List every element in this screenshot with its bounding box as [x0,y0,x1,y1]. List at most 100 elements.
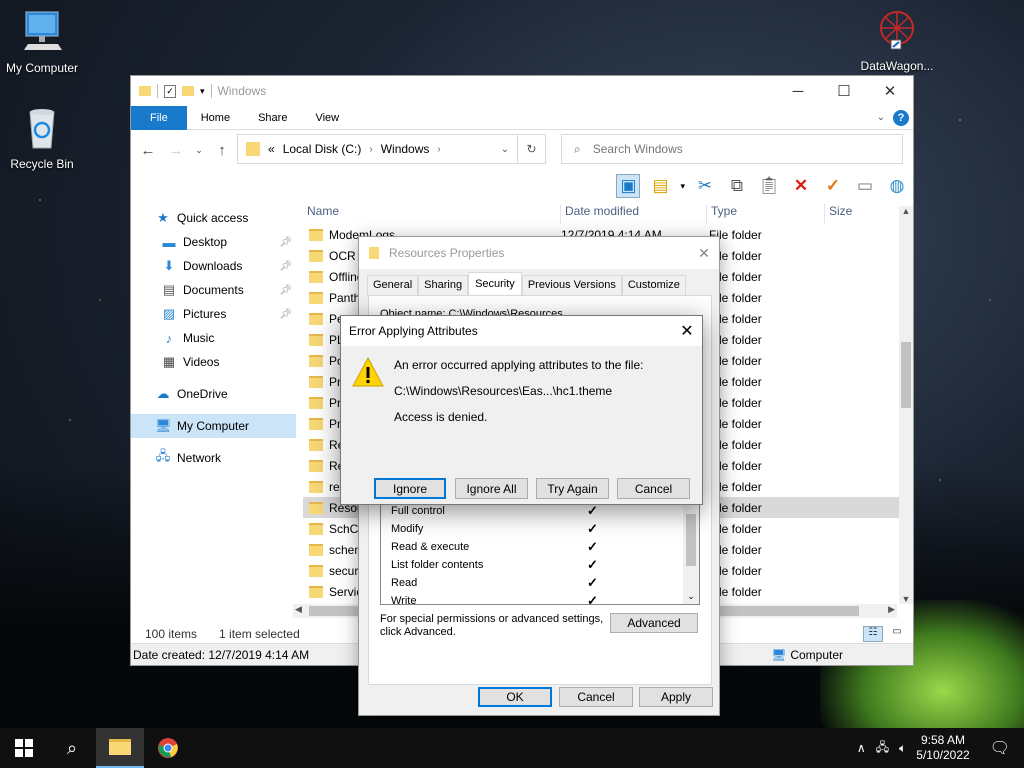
customize-qat-icon[interactable]: ▾ [200,86,205,97]
tab-share[interactable]: Share [244,106,301,130]
breadcrumb-windows[interactable]: Windows [381,142,430,156]
start-button[interactable] [0,728,48,768]
scroll-down-icon[interactable]: ⌄ [683,591,699,602]
nav-my-computer[interactable]: 🖥︎ My Computer [131,414,296,438]
tab-sharing[interactable]: Sharing [418,275,469,295]
cut-icon[interactable]: ✂ [693,174,717,198]
network-globe-icon[interactable]: ◍ [885,174,909,198]
advanced-button[interactable]: Advanced [610,613,698,633]
up-icon[interactable]: ↑ [211,142,233,159]
tab-home[interactable]: Home [187,106,244,130]
pin-icon[interactable]: 📌︎ [279,261,292,272]
clock[interactable]: 9:58 AM 5/10/2022 [916,733,969,763]
column-size[interactable]: Size [825,204,895,224]
expand-ribbon-icon[interactable]: ⌄ [877,112,885,123]
document-icon: ▤ [162,282,176,297]
rename-icon[interactable]: ✓ [821,174,845,198]
taskbar-chrome[interactable] [144,728,192,768]
properties-icon[interactable]: ▭ [853,174,877,198]
large-icons-view-icon[interactable]: ▭ [887,626,907,642]
nav-videos[interactable]: ▦ Videos [131,350,296,374]
ignore-button[interactable]: Ignore [374,478,446,499]
permissions-list: Full control ✓ Modify ✓ Read & execute ✓ List … [380,501,700,608]
scroll-left-icon[interactable]: ◀ [295,604,302,615]
scroll-thumb[interactable] [686,514,696,566]
chevron-up-icon[interactable]: ∧ [857,741,866,755]
column-type[interactable]: Type [707,204,825,224]
column-date-modified[interactable]: Date modified [561,204,707,224]
address-bar[interactable]: « Local Disk (C:) › Windows › ⌄ ↻ [237,134,546,164]
title-bar[interactable]: ✓ ▾ Windows ─ ☐ ✕ [131,76,913,106]
volume-icon[interactable]: 🔈︎ [899,741,906,756]
details-view-icon[interactable]: ☷ [863,626,883,642]
properties-title-bar[interactable]: Resources Properties ✕ [359,237,719,269]
address-history-icon[interactable]: ⌄ [493,144,517,155]
ignore-all-button[interactable]: Ignore All [455,478,528,499]
type-cell: File folder [709,269,762,284]
close-icon[interactable]: ✕ [689,245,719,262]
new-item-icon[interactable]: ▤ [648,174,672,198]
nav-onedrive[interactable]: ☁ OneDrive [131,382,296,406]
address-overflow[interactable]: « [268,142,275,156]
vertical-scrollbar[interactable]: ▲ ▼ [899,206,913,604]
tab-previous-versions[interactable]: Previous Versions [521,275,622,295]
close-icon[interactable]: ✕ [672,321,702,341]
tab-general[interactable]: General [367,275,419,295]
breadcrumb-chevron-icon: › [369,143,373,155]
back-icon[interactable]: ← [137,142,159,159]
try-again-button[interactable]: Try Again [536,478,609,499]
permissions-scrollbar[interactable]: ⌄ [683,502,699,604]
minimize-icon[interactable]: ─ [775,76,821,106]
nav-network[interactable]: 🖧︎ Network [131,446,296,470]
clock-time: 9:58 AM [920,733,965,747]
nav-quick-access[interactable]: ★ Quick access [131,206,296,230]
forward-icon[interactable]: → [165,142,187,159]
refresh-icon[interactable]: ↻ [517,135,545,163]
recent-locations-icon[interactable]: ⌄ [193,145,205,156]
desktop-icon-datawagon[interactable]: DataWagon... [855,8,939,73]
ok-button[interactable]: OK [478,687,552,707]
error-title-bar[interactable]: Error Applying Attributes ✕ [341,316,702,346]
dropdown-icon[interactable]: ▾ [680,181,685,192]
paste-icon[interactable]: 📋︎ [757,174,781,198]
tab-customize[interactable]: Customize [621,275,686,295]
notifications-icon[interactable]: 🗨︎ [990,738,1010,758]
copy-icon[interactable]: ⧉ [725,174,749,198]
delete-icon[interactable]: ✕ [789,174,813,198]
error-message: An error occurred applying attributes to… [394,358,644,372]
video-icon: ▦ [162,354,176,369]
scroll-down-icon[interactable]: ▼ [899,594,913,604]
pin-icon[interactable]: 📌︎ [279,309,292,320]
advanced-note-line: click Advanced. [380,626,456,638]
search-box[interactable]: ⌕ Search Windows [561,134,903,164]
nav-desktop[interactable]: ▬ Desktop 📌︎ [131,230,296,254]
tab-view[interactable]: View [301,106,353,130]
pin-icon[interactable]: 📌︎ [279,285,292,296]
maximize-icon[interactable]: ☐ [821,76,867,106]
desktop-icon-recycle-bin[interactable]: Recycle Bin [0,106,84,171]
nav-documents[interactable]: ▤ Documents 📌︎ [131,278,296,302]
tab-security[interactable]: Security [468,272,522,295]
column-name[interactable]: Name [303,204,561,224]
network-status-icon[interactable]: 🖧︎ [876,738,889,759]
cancel-button[interactable]: Cancel [559,687,633,707]
nav-downloads[interactable]: ⬇ Downloads 📌︎ [131,254,296,278]
new-folder-icon[interactable] [182,86,194,96]
scroll-thumb[interactable] [901,342,911,408]
close-icon[interactable]: ✕ [867,76,913,106]
pin-icon[interactable]: 📌︎ [279,237,292,248]
properties-icon[interactable]: ✓ [164,84,176,98]
nav-pictures[interactable]: ▨ Pictures 📌︎ [131,302,296,326]
desktop-icon-my-computer[interactable]: My Computer [0,10,84,75]
cancel-button[interactable]: Cancel [617,478,690,499]
nav-music[interactable]: ♪ Music [131,326,296,350]
scroll-right-icon[interactable]: ▶ [888,604,895,615]
preview-pane-icon[interactable]: ▣ [616,174,641,198]
search-button[interactable]: ⌕ [48,728,96,768]
breadcrumb-local-disk[interactable]: Local Disk (C:) [283,142,362,156]
taskbar-file-explorer[interactable] [96,728,144,768]
help-icon[interactable]: ? [893,109,909,126]
scroll-up-icon[interactable]: ▲ [899,206,913,216]
tab-file[interactable]: File [131,105,187,130]
apply-button[interactable]: Apply [639,687,713,707]
